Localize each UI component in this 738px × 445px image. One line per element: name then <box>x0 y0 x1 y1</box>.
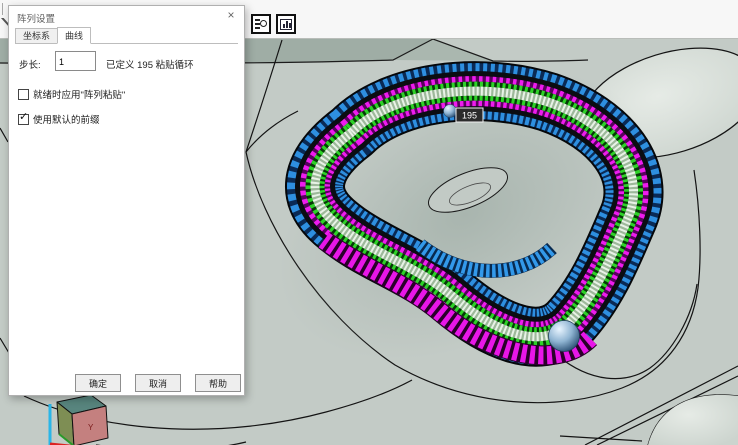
defined-loops-text: 已定义 195 粘贴循环 <box>106 57 194 71</box>
apply-on-ready-checkbox[interactable] <box>18 89 29 100</box>
ok-button[interactable]: 确定 <box>75 374 121 392</box>
y-axis-label: Y <box>88 423 94 432</box>
list-circle-icon[interactable] <box>251 14 271 34</box>
bar-chart-glyph <box>280 19 292 30</box>
small-handle-sphere[interactable] <box>444 105 457 118</box>
dialog-title: 阵列设置 <box>17 11 55 25</box>
cancel-button[interactable]: 取消 <box>135 374 181 392</box>
bar-chart-icon[interactable] <box>276 14 296 34</box>
step-label: 步长: <box>19 57 41 71</box>
array-settings-dialog: 阵列设置 × 坐标系 曲线 步长: 已定义 195 粘贴循环 就绪时应用"阵列粘… <box>8 5 245 396</box>
application-window: 195 Y 阵列设置 × 坐标系 曲线 <box>0 0 738 445</box>
close-icon[interactable]: × <box>222 7 240 23</box>
count-badge: 195 <box>456 108 483 122</box>
default-prefix-checkbox[interactable]: ✓ <box>18 114 29 125</box>
apply-on-ready-row: 就绪时应用"阵列粘贴" <box>18 87 125 101</box>
tab-coordinate-system[interactable]: 坐标系 <box>15 28 58 43</box>
check-icon: ✓ <box>19 112 28 123</box>
dialog-tabstrip: 坐标系 曲线 <box>15 27 238 44</box>
tab-curve[interactable]: 曲线 <box>57 27 91 44</box>
default-prefix-row: ✓ 使用默认的前缀 <box>18 112 100 126</box>
list-circle-glyph <box>255 18 267 30</box>
help-button[interactable]: 帮助 <box>195 374 241 392</box>
default-prefix-label: 使用默认的前缀 <box>33 112 100 126</box>
toolbar-separator <box>2 3 3 15</box>
drag-handle-sphere[interactable] <box>549 321 580 352</box>
apply-on-ready-label: 就绪时应用"阵列粘贴" <box>33 87 125 101</box>
step-input[interactable] <box>55 51 96 71</box>
count-badge-text: 195 <box>462 111 477 121</box>
